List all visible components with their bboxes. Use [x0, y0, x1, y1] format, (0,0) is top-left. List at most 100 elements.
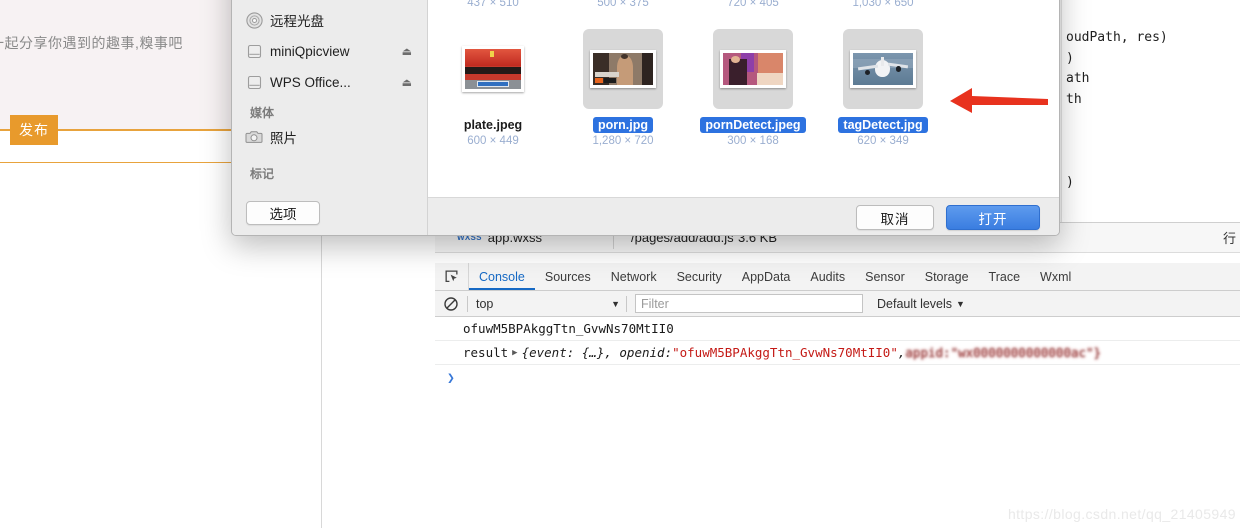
- console-message: ofuwM5BPAkggTtn_GvwNs70MtII0: [435, 317, 1240, 341]
- console-context-select[interactable]: top ▼: [476, 294, 626, 314]
- tab-appdata[interactable]: AppData: [732, 263, 801, 290]
- file-dimensions: 620 × 349: [857, 135, 909, 147]
- camera-icon: [242, 129, 266, 145]
- sidebar-item-label: 远程光盘: [270, 14, 324, 29]
- grid-cell: 500 × 375: [558, 0, 688, 9]
- sidebar-item-photos[interactable]: 照片: [242, 125, 420, 149]
- options-button[interactable]: 选项: [246, 201, 320, 225]
- sidebar-group-tags: 标记: [250, 167, 275, 181]
- code-line: oudPath, res): [1066, 30, 1168, 45]
- red-left-arrow-icon: [948, 86, 1048, 120]
- clear-console-icon[interactable]: [435, 296, 467, 311]
- console-filter-bar: top ▼ Filter Default levels ▼: [435, 291, 1240, 317]
- sidebar-item-miniqpicview[interactable]: miniQpicview ⏏: [242, 39, 420, 63]
- console-redacted-key: appid:: [905, 345, 951, 360]
- grid-cell: 1,030 × 650: [818, 0, 948, 9]
- console-openid-text: ofuwM5BPAkggTtn_GvwNs70MtII0: [463, 321, 674, 336]
- thumbnail-image-indoor-portrait: [720, 50, 786, 88]
- tab-wxml[interactable]: Wxml: [1030, 263, 1081, 290]
- console-output[interactable]: ofuwM5BPAkggTtn_GvwNs70MtII0 result ▶ {e…: [435, 317, 1240, 517]
- console-object-prefix: {event: {…}, openid:: [521, 345, 673, 360]
- console-filter-placeholder: Filter: [641, 296, 669, 311]
- file-dimensions: 1,030 × 650: [852, 0, 914, 9]
- hard-drive-icon: [242, 74, 266, 91]
- toolbar-divider: [467, 295, 468, 312]
- file-dimensions: 300 × 168: [727, 135, 779, 147]
- tab-storage[interactable]: Storage: [915, 263, 979, 290]
- open-file-dialog: 远程光盘 miniQpicview ⏏ WPS Office... ⏏ 媒体 照…: [231, 0, 1060, 236]
- tab-audits[interactable]: Audits: [800, 263, 855, 290]
- console-context-value: top: [476, 296, 494, 311]
- file-name-label: tagDetect.jpg: [838, 117, 928, 133]
- console-prompt[interactable]: ❯: [435, 365, 1240, 391]
- dialog-sidebar: 远程光盘 miniQpicview ⏏ WPS Office... ⏏ 媒体 照…: [232, 0, 428, 235]
- console-filter-input[interactable]: Filter: [635, 294, 863, 313]
- file-grid-row-partial: 437 × 510 500 × 375 720 × 405 1,030 × 65…: [428, 0, 1059, 9]
- screenshot-root: 一起分享你遇到的趣事,糗事吧 发布 oudPath, res) ) ath th…: [0, 0, 1240, 528]
- tab-sensor[interactable]: Sensor: [855, 263, 915, 290]
- file-dimensions: 437 × 510: [467, 0, 519, 9]
- publish-button[interactable]: 发布: [10, 115, 58, 145]
- file-dimensions: 500 × 375: [597, 0, 649, 9]
- chevron-down-icon: ▼: [956, 298, 965, 309]
- file-thumbnail[interactable]: [583, 29, 663, 109]
- file-dimensions: 600 × 449: [467, 135, 519, 147]
- file-dimensions: 720 × 405: [727, 0, 779, 9]
- console-redacted-appid: "wx0000000000000ac"}: [950, 345, 1102, 360]
- console-openid-value: "ofuwM5BPAkggTtn_GvwNs70MtII0": [672, 345, 898, 360]
- grid-cell: 437 × 510: [428, 0, 558, 9]
- file-item-porn-detect[interactable]: pornDetect.jpeg 300 × 168: [688, 29, 818, 147]
- open-button[interactable]: 打开: [946, 205, 1040, 230]
- sidebar-item-remote-disc[interactable]: 远程光盘: [242, 8, 420, 32]
- prompt-caret-icon: ❯: [447, 370, 455, 386]
- sidebar-item-label: WPS Office...: [270, 74, 351, 90]
- file-name-label: porn.jpg: [593, 117, 653, 133]
- tab-network[interactable]: Network: [601, 263, 667, 290]
- tab-sources[interactable]: Sources: [535, 263, 601, 290]
- cancel-button[interactable]: 取消: [856, 205, 934, 230]
- hard-drive-icon: [242, 43, 266, 60]
- thumbnail-image-airplane: [850, 50, 916, 88]
- log-levels-dropdown[interactable]: Default levels ▼: [877, 297, 965, 311]
- grid-cell: 720 × 405: [688, 0, 818, 9]
- file-name-label: plate.jpeg: [463, 118, 523, 132]
- file-item-tag-detect[interactable]: tagDetect.jpg 620 × 349: [818, 29, 948, 147]
- tab-console[interactable]: Console: [469, 263, 535, 290]
- file-row-trailing-glyph: 行: [1222, 231, 1236, 246]
- watermark: https://blog.csdn.net/qq_21405949: [1007, 506, 1236, 522]
- console-result-label: result: [463, 345, 509, 360]
- sidebar-group-media: 媒体: [250, 106, 275, 120]
- console-message: result ▶ {event: {…}, openid: "ofuwM5BPA…: [435, 341, 1240, 365]
- file-thumbnail[interactable]: [453, 29, 533, 109]
- code-line: ath: [1066, 71, 1090, 86]
- tab-trace[interactable]: Trace: [979, 263, 1031, 290]
- file-name-label: pornDetect.jpeg: [700, 117, 806, 133]
- file-item-plate[interactable]: plate.jpeg 600 × 449: [428, 29, 558, 147]
- file-dimensions: 1,280 × 720: [592, 135, 654, 147]
- eject-icon[interactable]: ⏏: [402, 76, 412, 89]
- tab-security[interactable]: Security: [667, 263, 732, 290]
- code-line: th: [1066, 92, 1082, 107]
- sidebar-item-label: 照片: [270, 131, 297, 146]
- log-levels-label: Default levels: [877, 296, 953, 311]
- code-line: ): [1066, 51, 1074, 66]
- inspect-element-icon[interactable]: [435, 263, 469, 290]
- eject-icon[interactable]: ⏏: [402, 45, 412, 58]
- sidebar-item-label: miniQpicview: [270, 43, 350, 59]
- devtools-tabbar: Console Sources Network Security AppData…: [435, 263, 1240, 291]
- optical-disc-icon: [242, 11, 266, 29]
- thumbnail-image-video-frame: [590, 50, 656, 88]
- chevron-down-icon: ▼: [611, 298, 620, 309]
- thumbnail-image-red-car: [462, 46, 524, 92]
- row-gap: [435, 253, 1240, 263]
- dialog-footer: 取消 打开: [428, 197, 1059, 235]
- code-editor-pane[interactable]: oudPath, res) ) ath th ): [1062, 0, 1240, 232]
- expand-triangle-icon[interactable]: ▶: [512, 348, 517, 358]
- code-line: ): [1066, 175, 1074, 190]
- file-thumbnail[interactable]: [843, 29, 923, 109]
- toolbar-divider: [626, 295, 627, 312]
- sidebar-item-wps-office[interactable]: WPS Office... ⏏: [242, 70, 420, 94]
- file-thumbnail[interactable]: [713, 29, 793, 109]
- file-item-porn[interactable]: porn.jpg 1,280 × 720: [558, 29, 688, 147]
- devtools-window: WXSS app.wxss /pages/add/add.js 3.6 KB 行…: [435, 222, 1240, 528]
